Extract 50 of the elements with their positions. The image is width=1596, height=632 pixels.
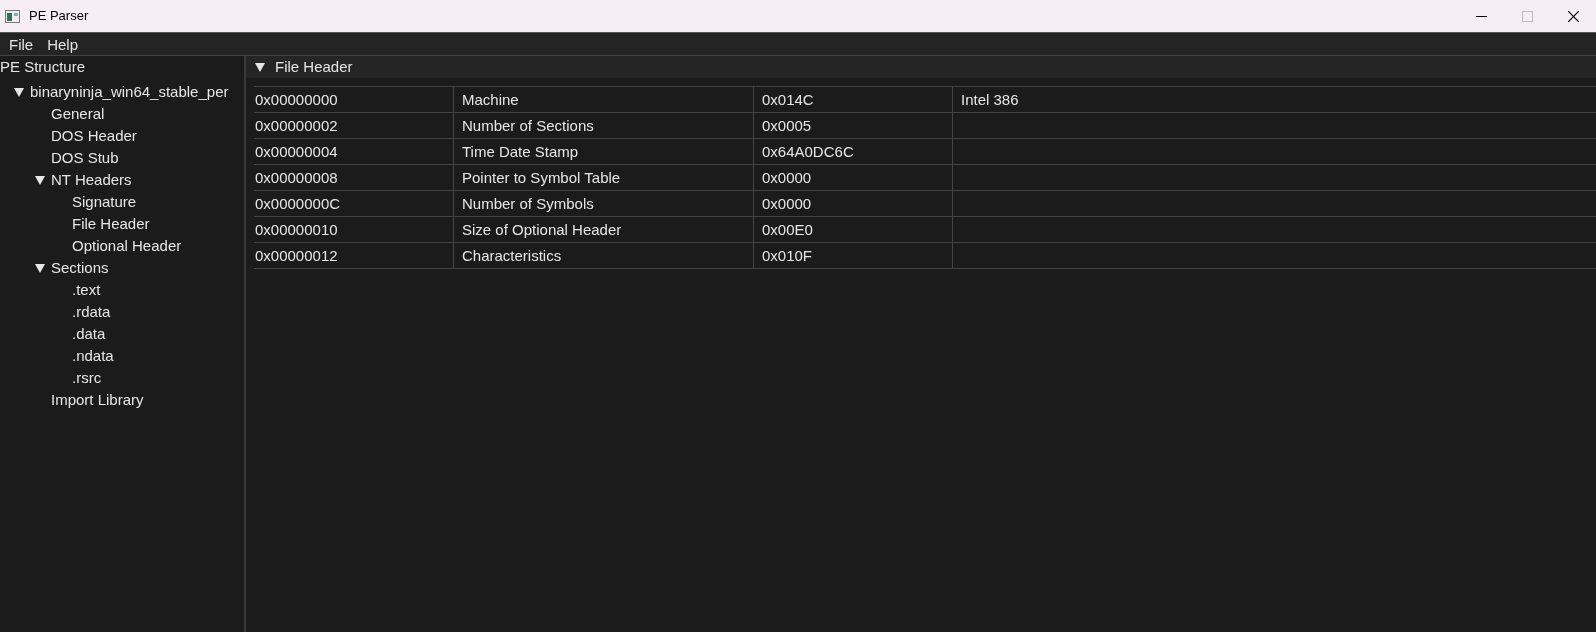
close-icon (1567, 10, 1579, 22)
table-cell: 0x010F (762, 247, 813, 264)
table-cell: 0x0000 (762, 195, 812, 212)
table-cell: 0x0005 (762, 117, 812, 134)
table-cell: 0x00000004 (255, 143, 338, 160)
table-cell: Characteristics (462, 247, 562, 264)
app-icon (5, 9, 20, 23)
menu-item[interactable]: File (2, 32, 41, 56)
table-cell: Intel 386 (961, 91, 1019, 108)
table-cell: 0x00000012 (255, 247, 338, 264)
panel-title: PE Structure (0, 57, 86, 77)
tree-item[interactable]: File Header (72, 213, 150, 235)
tree-item[interactable]: .ndata (72, 345, 114, 367)
table-cell: 0x0000 (762, 169, 812, 186)
table-cell: 0x0000000C (255, 195, 341, 212)
expanded-arrow-icon[interactable] (35, 175, 45, 185)
tree-item[interactable]: NT Headers (51, 169, 132, 191)
expanded-arrow-icon[interactable] (35, 263, 45, 273)
expanded-arrow-icon[interactable] (255, 62, 265, 72)
tree-item[interactable]: DOS Stub (51, 147, 119, 169)
tree-item[interactable]: .rsrc (72, 367, 102, 389)
tree-item[interactable]: .data (72, 323, 106, 345)
table-cell: 0x00000002 (255, 117, 338, 134)
table-cell: Number of Sections (462, 117, 594, 134)
tree-item[interactable]: .text (72, 279, 101, 301)
table-cell: Pointer to Symbol Table (462, 169, 621, 186)
tree-item[interactable]: Optional Header (72, 235, 182, 257)
tree-item[interactable]: Signature (72, 191, 137, 213)
table-cell: 0x00000000 (255, 91, 338, 108)
table-cell: 0x00E0 (762, 221, 813, 238)
table-cell: Number of Symbols (462, 195, 594, 212)
table-cell: 0x64A0DC6C (762, 143, 854, 160)
tree-item[interactable]: binaryninja_win64_stable_per (30, 81, 229, 103)
tree-item[interactable]: Import Library (51, 389, 144, 411)
minimize-icon (1475, 15, 1487, 17)
expanded-arrow-icon[interactable] (14, 87, 24, 97)
tree-item[interactable]: DOS Header (51, 125, 137, 147)
section-header[interactable]: File Header (246, 56, 1596, 78)
maximize-icon (1521, 10, 1533, 22)
table-cell: Size of Optional Header (462, 221, 622, 238)
tree-item[interactable]: .rdata (72, 301, 111, 323)
table-cell: Machine (462, 91, 519, 108)
window-title: PE Parser (29, 7, 89, 26)
table-cell: 0x014C (762, 91, 814, 108)
tree-item[interactable]: Sections (51, 257, 109, 279)
table-cell: 0x00000010 (255, 221, 338, 238)
table-cell: Time Date Stamp (462, 143, 579, 160)
tree-item[interactable]: General (51, 103, 105, 125)
table-cell: 0x00000008 (255, 169, 338, 186)
menu-item[interactable]: Help (40, 32, 86, 56)
